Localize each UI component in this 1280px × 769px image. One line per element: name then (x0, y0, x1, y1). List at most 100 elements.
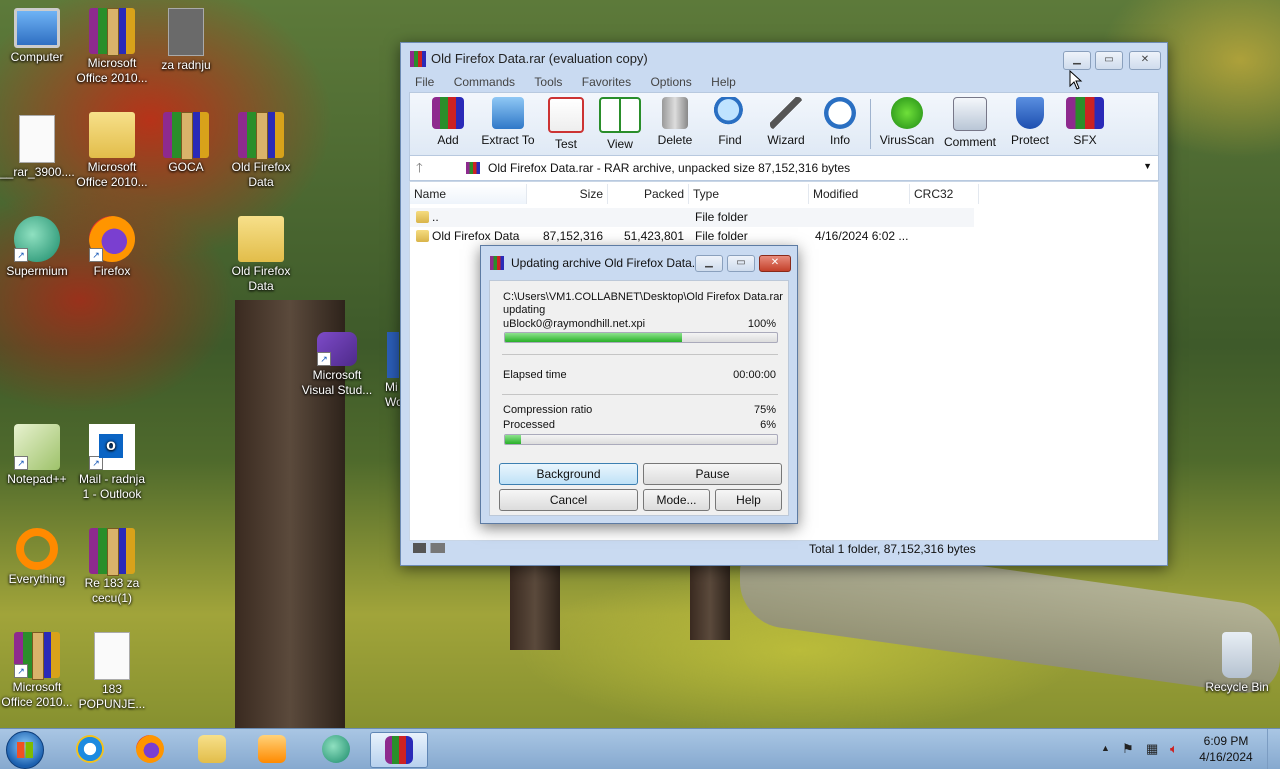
desktop-icon-office-3[interactable]: ↗ Microsoft Office 2010... (0, 632, 74, 710)
row-packed: 51,423,801 (623, 229, 684, 243)
background-button[interactable]: Background (499, 463, 638, 485)
desktop-icon-old-firefox-rar[interactable]: Old Firefox Data (224, 112, 298, 190)
maximize-button[interactable]: ▭ (1095, 51, 1123, 70)
show-hidden-icons-chevron-icon[interactable]: ▲ (1101, 743, 1110, 753)
status-text: Total 1 folder, 87,152,316 bytes (809, 542, 976, 556)
everything-search-icon (16, 528, 58, 570)
desktop-icon-goca[interactable]: GOCA (149, 112, 223, 175)
menu-file[interactable]: File (415, 73, 434, 91)
document-icon (168, 8, 204, 56)
wizard-button[interactable]: Wizard (756, 97, 816, 147)
column-header-packed[interactable]: Packed (608, 184, 689, 204)
extract-folder-icon (492, 97, 524, 129)
protect-button[interactable]: Protect (1000, 97, 1060, 147)
divider (502, 394, 778, 395)
minimize-button[interactable]: ▁ (695, 255, 723, 272)
folder-icon (416, 211, 429, 223)
shortcut-arrow-icon: ↗ (89, 248, 103, 262)
volume-muted-icon[interactable]: 🔈︎ (1170, 741, 1178, 757)
desktop-icon-notepadpp[interactable]: ↗ Notepad++ (0, 424, 74, 487)
extract-to-button[interactable]: Extract To (474, 97, 542, 147)
desktop-icon-everything[interactable]: Everything (0, 528, 74, 587)
info-button[interactable]: Info (810, 97, 870, 147)
drive-key-icon[interactable] (413, 543, 445, 553)
system-clock[interactable]: 6:09 PM 4/16/2024 (1194, 733, 1258, 765)
up-arrow-icon[interactable]: 🡑 (416, 159, 423, 181)
desktop-icon-recycle-bin[interactable]: Recycle Bin (1200, 632, 1274, 695)
menu-commands[interactable]: Commands (454, 73, 515, 91)
pause-button[interactable]: Pause (643, 463, 782, 485)
action-center-flag-icon[interactable]: ⚑ (1122, 741, 1134, 757)
desktop-icon-firefox[interactable]: ↗ Firefox (75, 216, 149, 279)
cancel-button[interactable]: Cancel (499, 489, 638, 511)
archive-icon (163, 112, 209, 160)
table-row[interactable]: .. File folder (410, 208, 974, 227)
menu-options[interactable]: Options (650, 73, 691, 91)
view-button[interactable]: View (590, 97, 650, 151)
column-header-crc32[interactable]: CRC32 (910, 184, 979, 204)
shortcut-arrow-icon: ↗ (14, 456, 28, 470)
taskbar-internet-explorer[interactable] (66, 732, 114, 766)
maximize-button[interactable]: ▭ (727, 255, 755, 272)
close-button[interactable]: ✕ (759, 255, 791, 272)
info-icon (824, 97, 856, 129)
taskbar-media-player[interactable] (248, 732, 296, 766)
desktop-icon-old-firefox-folder[interactable]: Old Firefox Data (224, 216, 298, 294)
media-player-icon (258, 735, 286, 763)
close-button[interactable]: ✕ (1129, 51, 1161, 70)
file-percent: 100% (747, 318, 776, 330)
progress-panel: C:\Users\VM1.COLLABNET\Desktop\Old Firef… (489, 280, 789, 516)
archive-path: C:\Users\VM1.COLLABNET\Desktop\Old Firef… (503, 291, 783, 303)
desktop-icon-office-1[interactable]: Microsoft Office 2010... (75, 8, 149, 86)
column-header-type[interactable]: Type (689, 184, 809, 204)
taskbar-explorer[interactable] (188, 732, 236, 766)
row-size: 87,152,316 (542, 229, 603, 243)
sfx-button[interactable]: SFX (1055, 97, 1115, 147)
word-icon (387, 332, 399, 378)
comment-icon (953, 97, 987, 131)
title-bar[interactable]: Old Firefox Data.rar (evaluation copy) ▁… (401, 43, 1167, 73)
column-header-modified[interactable]: Modified (809, 184, 910, 204)
archive-icon (238, 112, 284, 160)
desktop-icon-computer[interactable]: Computer (0, 8, 74, 65)
address-bar[interactable]: 🡑 Old Firefox Data.rar - RAR archive, un… (409, 155, 1159, 181)
comment-button[interactable]: Comment (940, 97, 1000, 149)
toolbar-separator (870, 99, 871, 149)
column-header-name[interactable]: Name (410, 184, 527, 204)
column-header-size[interactable]: Size (527, 184, 608, 204)
recycle-bin-icon (1222, 632, 1252, 678)
taskbar-supermium[interactable] (312, 732, 360, 766)
menu-help[interactable]: Help (711, 73, 736, 91)
virusscan-button[interactable]: VirusScan (876, 97, 938, 147)
desktop-icon-office-2[interactable]: Microsoft Office 2010... (75, 112, 149, 190)
chevron-down-icon[interactable]: ▼ (1143, 161, 1152, 171)
table-row[interactable]: Old Firefox Data 87,152,316 51,423,801 F… (410, 227, 1158, 246)
test-button[interactable]: Test (536, 97, 596, 151)
find-button[interactable]: Find (700, 97, 760, 147)
desktop-icon-outlook[interactable]: ↗ Mail - radnja 1 - Outlook (75, 424, 149, 502)
desktop-icon-183-popunje[interactable]: 183 POPUNJE... (75, 632, 149, 712)
network-icon[interactable]: ▦ (1146, 741, 1158, 757)
desktop-icon-za-radnju[interactable]: za radnju (149, 8, 223, 73)
delete-button[interactable]: Delete (645, 97, 705, 147)
dialog-title: Updating archive Old Firefox Data... (511, 256, 702, 270)
menu-tools[interactable]: Tools (534, 73, 562, 91)
desktop-icon-word[interactable]: Mi Wo (375, 332, 400, 410)
help-button[interactable]: Help (715, 489, 782, 511)
minimize-button[interactable]: ▁ (1063, 51, 1091, 70)
desktop-icon-visual-studio[interactable]: ↗ Microsoft Visual Stud... (300, 332, 374, 398)
add-button[interactable]: Add (418, 97, 478, 147)
start-button[interactable] (6, 731, 44, 769)
elapsed-time-value: 00:00:00 (733, 369, 776, 381)
desktop-icon-re-183[interactable]: Re 183 za cecu(1) (75, 528, 149, 606)
internet-explorer-icon (76, 735, 104, 763)
taskbar-firefox[interactable] (126, 732, 174, 766)
update-progress-dialog[interactable]: Updating archive Old Firefox Data... ▁ ▭… (480, 245, 798, 524)
menu-favorites[interactable]: Favorites (582, 73, 631, 91)
mode-button[interactable]: Mode... (643, 489, 710, 511)
desktop-icon-rar-temp[interactable]: __rar_3900.... (0, 115, 75, 180)
show-desktop-button[interactable] (1267, 729, 1280, 769)
row-modified: 4/16/2024 6:02 ... (815, 229, 909, 243)
desktop-icon-supermium[interactable]: ↗ Supermium (0, 216, 74, 279)
taskbar-winrar[interactable] (370, 732, 428, 768)
